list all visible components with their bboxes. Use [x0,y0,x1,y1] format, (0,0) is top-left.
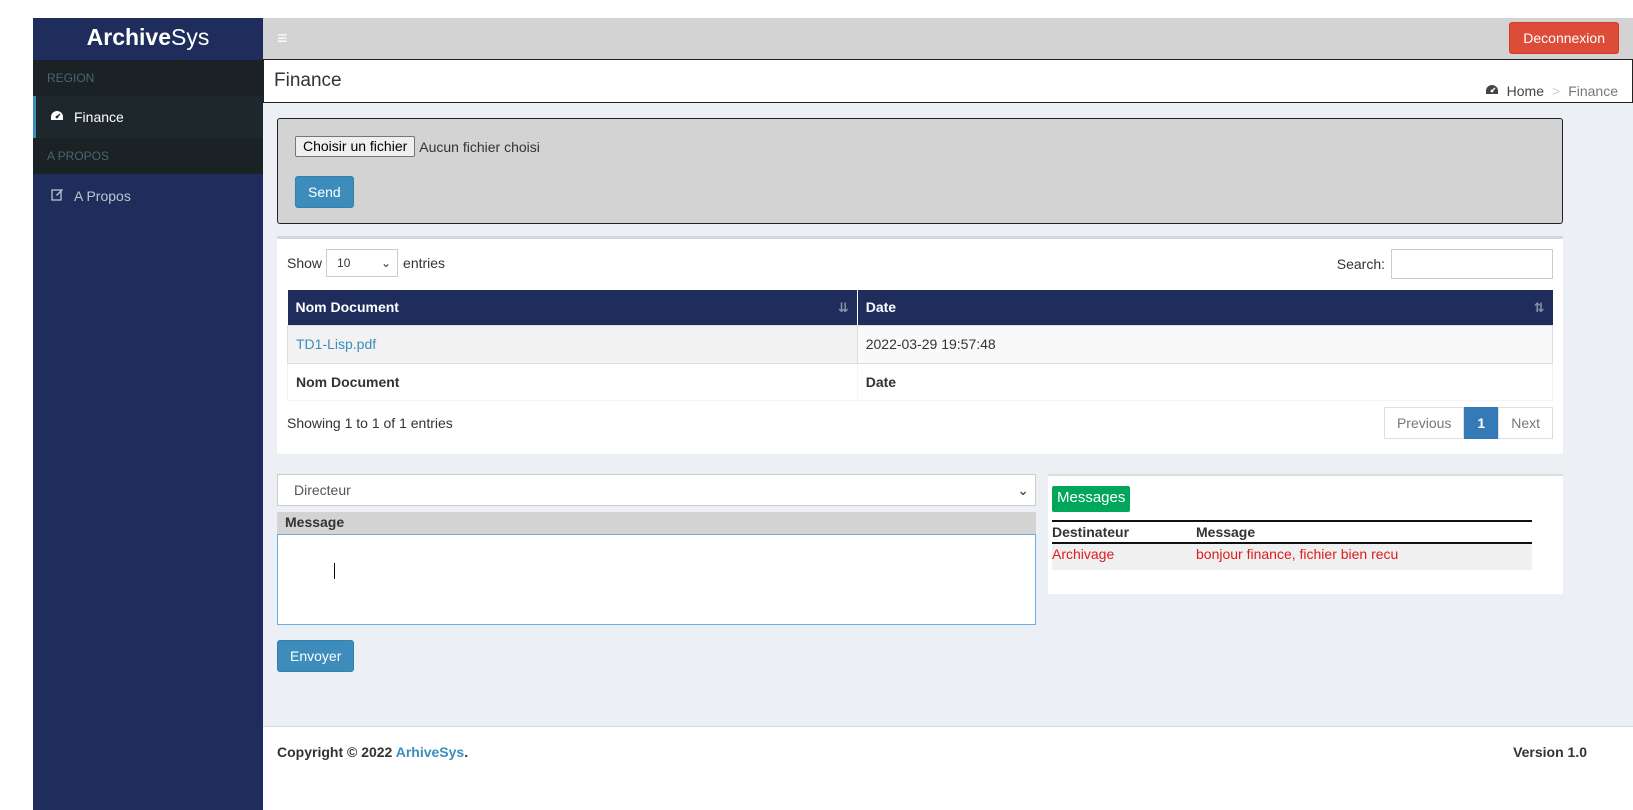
next-button[interactable]: Next [1498,407,1553,439]
page-footer: Copyright © 2022 ArhiveSys. Version 1.0 [263,726,1633,810]
choose-file-button[interactable]: Choisir un fichier [295,136,416,157]
sidebar-header-region: REGION [33,60,263,96]
message-sender: Archivage [1052,543,1196,570]
previous-button[interactable]: Previous [1383,407,1465,439]
file-status: Aucun fichier choisi [419,138,540,155]
sort-asc-icon: ⇊ [837,300,849,315]
breadcrumb-current: Finance [1568,83,1618,99]
search-label: Search: [1336,256,1385,272]
table-footer-row: Nom Document Date [287,362,1554,401]
brand-bold: Archive [86,24,172,50]
documents-panel: Show 10 ⌄ entries Search: Nom Document ⇊ … [277,236,1563,454]
entries-value: 10 [337,256,351,270]
page-title: Finance [274,70,342,91]
footer-column-name: Nom Document [287,362,858,401]
copyright: Copyright © 2022 ArhiveSys. [277,744,469,760]
column-header-name[interactable]: Nom Document ⇊ [287,290,858,325]
sidebar-item-apropos[interactable]: A Propos [33,174,263,218]
file-input[interactable]: Choisir un fichier Aucun fichier choisi [295,136,540,157]
table-search: Search: [1337,249,1553,279]
entries-label: entries [403,255,446,271]
logout-button[interactable]: Deconnexion [1509,22,1619,54]
entries-select[interactable]: 10 ⌄ [326,249,399,277]
documents-table: Nom Document ⇊ Date ⇅ TD1-Lisp.pdf 2022-03… [287,290,1554,401]
hamburger-icon[interactable]: ≡ [277,28,288,49]
dashboard-icon [49,110,65,125]
version-label: Version 1.0 [1513,744,1587,760]
upload-panel: Choisir un fichier Aucun fichier choisi … [277,118,1563,224]
messages-table: Destinateur Message Archivage bonjour fi… [1052,520,1532,570]
column-header-date[interactable]: Date ⇅ [857,290,1553,325]
sidebar-item-label: Finance [74,109,124,125]
breadcrumb-home[interactable]: Home [1507,83,1544,99]
table-row: TD1-Lisp.pdf 2022-03-29 19:57:48 [287,324,1554,364]
app-window: ArchiveSys REGION Finance A PROPOS A Pro… [33,18,1633,810]
recipient-select[interactable]: Directeur ⌄ [277,474,1036,506]
main-content: ≡ Deconnexion Finance Home > Finance Cho… [263,18,1633,810]
top-navbar: ≡ Deconnexion [263,18,1633,60]
content-header: Finance Home > Finance [263,60,1633,103]
document-link[interactable]: TD1-Lisp.pdf [287,324,858,364]
sidebar: ArchiveSys REGION Finance A PROPOS A Pro… [33,18,263,810]
footer-brand-link[interactable]: ArhiveSys [396,744,464,760]
table-row: Archivage bonjour finance, fichier bien … [1052,543,1532,570]
message-text: bonjour finance, fichier bien recu [1196,543,1532,570]
messages-badge: Messages [1052,486,1131,512]
document-date: 2022-03-29 19:57:48 [856,324,1554,364]
text-caret [334,563,335,579]
dashboard-icon [1485,84,1499,99]
sidebar-item-finance[interactable]: Finance [33,96,263,138]
sort-icon: ⇅ [1533,300,1545,315]
breadcrumb: Home > Finance [1485,83,1618,99]
send-button[interactable]: Send [295,176,354,208]
sidebar-header-apropos: A PROPOS [33,138,263,174]
envoyer-button[interactable]: Envoyer [277,640,355,672]
search-input[interactable] [1391,249,1553,279]
message-textarea[interactable] [277,534,1036,625]
brand-rest: Sys [171,24,210,50]
show-label: Show [287,255,323,271]
chevron-down-icon: ⌄ [1017,481,1029,498]
message-label: Message [277,512,1036,534]
breadcrumb-separator: > [1552,83,1561,99]
column-header-message: Message [1196,520,1532,544]
chevron-down-icon: ⌄ [380,256,392,270]
footer-column-date: Date [856,362,1554,401]
messages-panel: Messages Destinateur Message Archivage b… [1048,474,1563,594]
entries-length: Show 10 ⌄ entries [287,249,445,277]
table-info: Showing 1 to 1 of 1 entries [287,415,453,431]
brand-logo[interactable]: ArchiveSys [33,18,263,60]
edit-icon [49,188,65,204]
page-1-button[interactable]: 1 [1464,407,1499,439]
column-header-sender: Destinateur [1052,520,1196,544]
sidebar-item-label: A Propos [74,188,131,204]
pagination: Previous 1 Next [1383,407,1553,439]
recipient-value: Directeur [294,482,351,498]
